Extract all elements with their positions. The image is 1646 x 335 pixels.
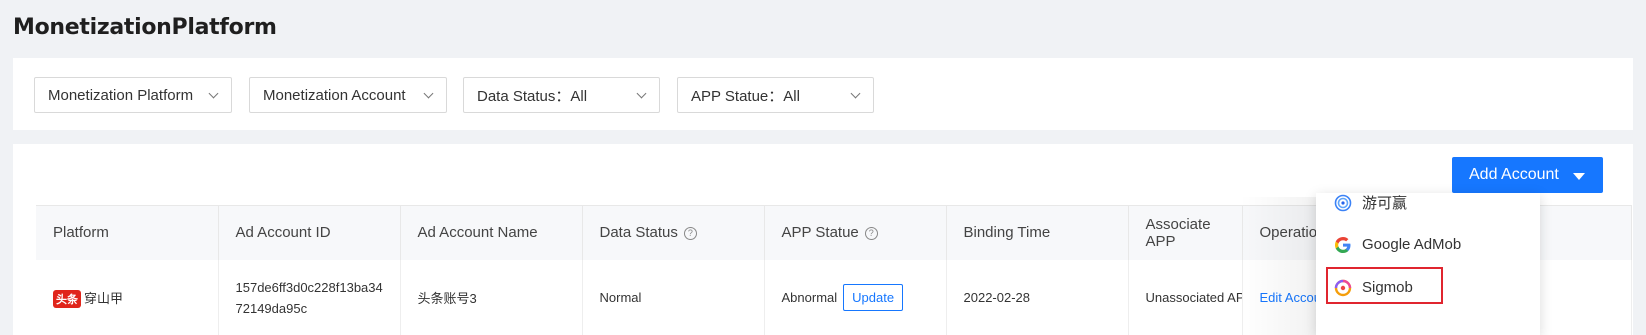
column-header-ad-account-name: Ad Account Name xyxy=(400,205,583,260)
cell-associate-app: Unassociated APP xyxy=(1128,259,1243,335)
add-account-label: Add Account xyxy=(1469,166,1559,183)
associate-app-value: Unassociated APP xyxy=(1145,290,1242,305)
filter-bar: Monetization Platform Monetization Accou… xyxy=(13,58,1633,130)
sigmob-icon xyxy=(1334,279,1352,297)
column-header-data-status: Data Status? xyxy=(582,205,765,260)
app-statue-filter-label: APP Statue：All xyxy=(691,87,800,105)
dropdown-item-youkeying[interactable]: 游可赢 xyxy=(1316,193,1540,222)
youkeying-icon xyxy=(1334,194,1352,212)
data-status-header-label: Data Status xyxy=(599,224,678,242)
monetization-platform-filter-label: Monetization Platform xyxy=(48,86,194,104)
platform-name: 穿山甲 xyxy=(84,290,124,306)
cell-app-statue: Abnormal Update xyxy=(764,259,947,335)
chevron-down-icon xyxy=(208,88,219,99)
dropdown-item-google-admob[interactable]: Google AdMob xyxy=(1316,224,1540,264)
app-statue-header-label: APP Statue xyxy=(781,224,859,242)
dropdown-item-label: Sigmob xyxy=(1362,278,1413,296)
dropdown-item-sigmob[interactable]: Sigmob xyxy=(1316,267,1540,307)
question-circle-icon[interactable]: ? xyxy=(683,226,697,240)
chevron-down-icon xyxy=(423,88,434,99)
app-statue-filter[interactable]: APP Statue：All xyxy=(677,77,874,113)
update-button[interactable]: Update xyxy=(843,284,904,311)
page-title: MonetizationPlatform xyxy=(13,15,277,40)
app-statue-value: Abnormal xyxy=(781,290,838,305)
google-icon xyxy=(1335,237,1351,253)
question-circle-icon[interactable]: ? xyxy=(864,226,878,240)
cell-data-status: Normal xyxy=(582,259,765,335)
monetization-account-filter[interactable]: Monetization Account xyxy=(249,77,447,113)
cell-binding-time: 2022-02-28 xyxy=(946,259,1129,335)
cell-ad-account-id: 157de6ff3d0c228f13ba34 72149da95c xyxy=(218,259,401,335)
chevron-down-icon xyxy=(636,88,647,99)
data-status-filter[interactable]: Data Status：All xyxy=(463,77,660,113)
dropdown-item-label: 游可赢 xyxy=(1362,194,1408,212)
column-header-ad-account-id: Ad Account ID xyxy=(218,205,401,260)
add-account-button[interactable]: Add Account xyxy=(1452,157,1603,193)
chevron-down-icon xyxy=(850,88,861,99)
account-id-line2: 72149da95c xyxy=(235,300,308,316)
add-account-dropdown: 游可赢 Google AdMob Sigmob xyxy=(1316,193,1540,335)
monetization-account-filter-label: Monetization Account xyxy=(263,86,406,104)
column-header-associate-app: Associate APP xyxy=(1128,205,1243,260)
account-id-line1: 157de6ff3d0c228f13ba34 xyxy=(235,279,383,295)
cell-ad-account-name: 头条账号3 xyxy=(400,259,583,335)
caret-down-icon xyxy=(1573,173,1585,180)
column-header-platform: Platform xyxy=(36,205,219,260)
dropdown-item-label: Google AdMob xyxy=(1362,235,1462,253)
column-header-app-statue: APP Statue? xyxy=(764,205,947,260)
toutiao-logo-icon: 头条 xyxy=(53,289,81,308)
column-header-binding-time: Binding Time xyxy=(946,205,1129,260)
data-status-filter-label: Data Status：All xyxy=(477,87,588,105)
monetization-platform-filter[interactable]: Monetization Platform xyxy=(34,77,232,113)
cell-platform: 头条 穿山甲 xyxy=(36,259,219,335)
